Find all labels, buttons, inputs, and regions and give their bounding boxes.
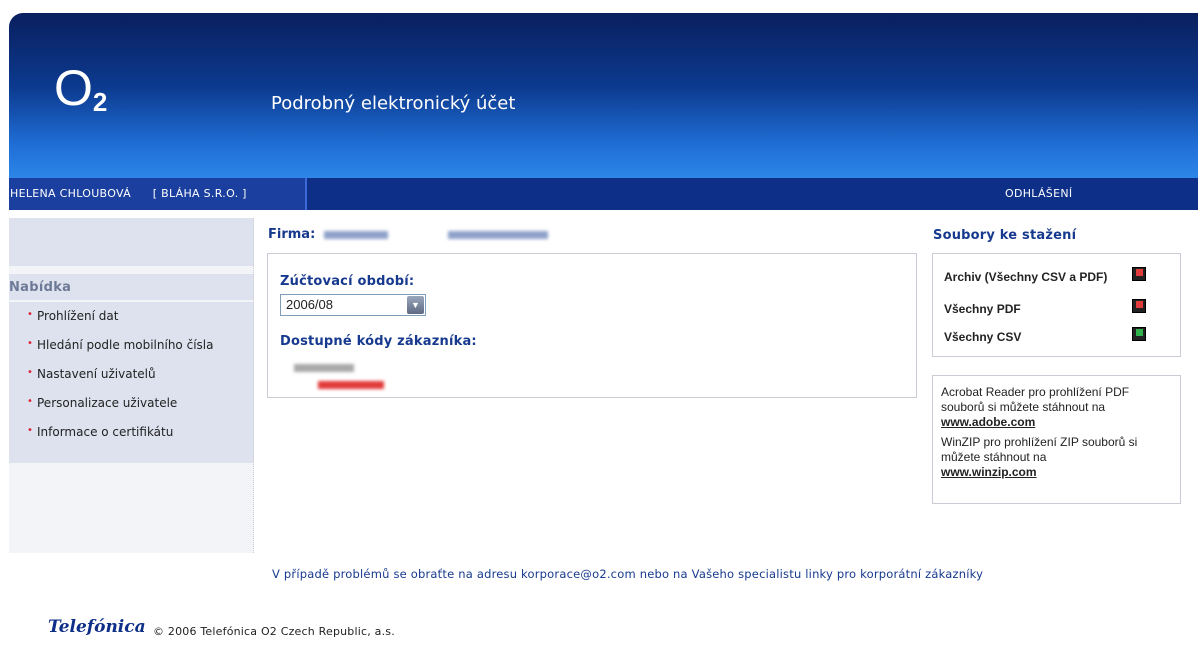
user-bar: HELENA CHLOUBOVÁ [ BLÁHA S.R.O. ] ODHLÁŠ… [9,178,1198,210]
firma-label: Firma: [268,227,316,242]
chevron-down-icon[interactable]: ▼ [407,296,424,314]
sidebar-item-personalization[interactable]: • Personalizace uživatele [9,389,254,418]
redacted-customer-code-link[interactable] [318,380,384,389]
logout-link[interactable]: ODHLÁŠENÍ [1005,187,1072,200]
download-archive[interactable]: Archiv (Všechny CSV a PDF) [944,267,1146,284]
bullet-icon: • [27,309,33,320]
header-banner: O2 Podrobný elektronický účet [9,13,1198,178]
billing-panel: Zúčtovací období: 2006/08 ▼ Dostupné kód… [267,253,917,398]
redacted-customer-code [294,363,354,372]
period-label: Zúčtovací období: [280,274,415,289]
copyright: © 2006 Telefónica O2 Czech Republic, a.s… [153,625,395,638]
sidebar-item-user-settings[interactable]: • Nastavení uživatelů [9,360,254,389]
support-note: V případě problémů se obraťte na adresu … [272,567,984,581]
sidebar-divider [253,218,254,553]
page-title: Podrobný elektronický účet [271,93,516,114]
downloads-title: Soubory ke stažení [933,228,1077,243]
bullet-icon: • [27,396,33,407]
winzip-link[interactable]: www.winzip.com [941,465,1037,479]
sidebar: Nabídka • Prohlížení dat • Hledání podle m… [9,218,254,553]
sidebar-item-certificate-info[interactable]: • Informace o certifikátu [9,418,254,447]
pdf-disk-icon[interactable] [1132,299,1146,313]
info-box: Acrobat Reader pro prohlížení PDF soubor… [932,375,1181,504]
telefonica-logo: Telefónica [48,617,146,637]
bullet-icon: • [27,425,33,436]
download-csv[interactable]: Všechny CSV [944,327,1146,344]
redacted-company-name [323,230,388,239]
o2-logo: O2 [54,60,108,117]
redacted-company-id [448,230,549,239]
csv-disk-icon[interactable] [1132,327,1146,341]
archive-disk-icon[interactable] [1132,267,1146,281]
bullet-icon: • [27,338,33,349]
user-info: HELENA CHLOUBOVÁ [ BLÁHA S.R.O. ] [9,178,307,210]
adobe-link[interactable]: www.adobe.com [941,415,1035,429]
customer-codes-list [294,360,384,389]
acrobat-info: Acrobat Reader pro prohlížení PDF soubor… [941,385,1130,429]
downloads-box: Archiv (Všechny CSV a PDF) Všechny PDF V… [932,253,1181,357]
sidebar-top-block [9,218,254,266]
company-name: [ BLÁHA S.R.O. ] [152,187,247,200]
company-heading: Firma: [268,227,549,242]
sidebar-item-browse-data[interactable]: • Prohlížení dat [9,302,254,331]
sidebar-item-search-mobile[interactable]: • Hledání podle mobilního čísla [9,331,254,360]
period-select[interactable]: 2006/08 ▼ [280,294,426,316]
menu-title: Nabídka [9,274,254,300]
winzip-info: WinZIP pro prohlížení ZIP souborů si můž… [941,435,1138,479]
user-name: HELENA CHLOUBOVÁ [10,187,131,200]
download-pdf[interactable]: Všechny PDF [944,299,1146,316]
sidebar-menu: • Prohlížení dat • Hledání podle mobilního… [9,302,254,463]
codes-label: Dostupné kódy zákazníka: [280,334,477,349]
bullet-icon: • [27,367,33,378]
